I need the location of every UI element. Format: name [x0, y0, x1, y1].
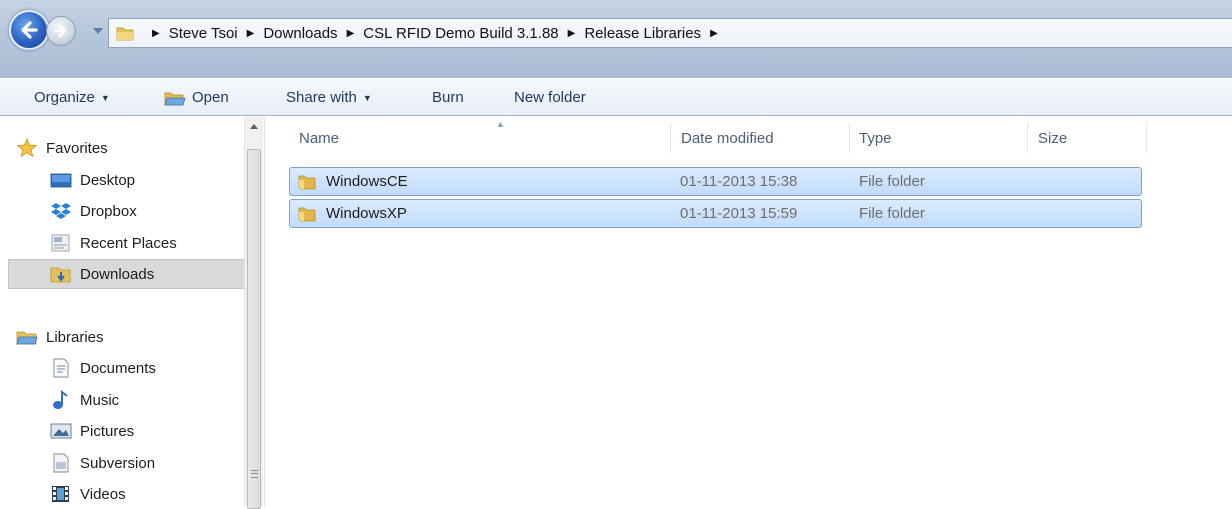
breadcrumb-separator-icon[interactable]: ▶ [347, 28, 355, 39]
desktop-icon [50, 173, 72, 188]
music-icon [53, 390, 68, 409]
nav-favorites[interactable]: Favorites [16, 133, 254, 163]
pane-divider[interactable] [264, 117, 265, 506]
navigation-pane: Favorites Desktop Dropbox Recent Places … [0, 117, 264, 506]
file-row[interactable]: WindowsCE 01-11-2013 15:38 File folder [289, 167, 1142, 196]
subversion-icon [53, 453, 69, 473]
libraries-icon [16, 331, 38, 345]
nav-item-label: Music [80, 391, 120, 409]
breadcrumb-separator-icon[interactable]: ▶ [710, 28, 718, 39]
date-modified-cell: 01-11-2013 15:59 [680, 205, 798, 222]
back-arrow-icon [21, 21, 38, 39]
back-button[interactable] [9, 10, 49, 50]
nav-item-label: Subversion [80, 454, 156, 472]
breadcrumb: ▶ Steve Tsoi ▶ Downloads ▶ CSL RFID Demo… [143, 19, 727, 47]
chevron-down-icon: ▼ [362, 92, 372, 103]
column-header-type[interactable]: Type [849, 117, 1027, 159]
new-folder-label: New folder [514, 89, 586, 106]
column-header-date-modified[interactable]: Date modified [671, 117, 849, 159]
new-folder-button[interactable]: New folder [514, 79, 586, 116]
type-cell: File folder [859, 173, 925, 190]
column-header-label: Size [1038, 129, 1068, 147]
open-button[interactable]: Open [164, 79, 229, 116]
burn-label: Burn [432, 89, 464, 106]
nav-item-downloads[interactable]: Downloads [8, 259, 246, 289]
address-box[interactable]: ▶ Steve Tsoi ▶ Downloads ▶ CSL RFID Demo… [108, 18, 1232, 48]
breadcrumb-item[interactable]: Downloads [263, 25, 337, 42]
column-divider[interactable] [1146, 123, 1147, 153]
sort-ascending-icon: ▲ [496, 119, 505, 129]
breadcrumb-separator-icon[interactable]: ▶ [568, 28, 576, 39]
nav-item-label: Dropbox [80, 202, 137, 220]
downloads-icon [50, 267, 71, 283]
breadcrumb-separator-icon[interactable]: ▶ [152, 28, 160, 39]
recent-locations-chevron-icon[interactable] [92, 26, 104, 36]
address-bar-strip: ▶ Steve Tsoi ▶ Downloads ▶ CSL RFID Demo… [0, 0, 1232, 78]
scroll-up-icon[interactable] [245, 117, 263, 134]
nav-libraries-label: Libraries [46, 328, 104, 346]
chevron-down-icon: ▼ [100, 92, 110, 103]
forward-button[interactable] [46, 16, 76, 46]
folder-icon [298, 175, 316, 189]
nav-item-label: Videos [80, 485, 126, 503]
star-icon [16, 138, 38, 158]
column-header: Name ▲ Date modified Type Size [265, 117, 1232, 159]
folder-icon [116, 27, 134, 41]
dropbox-icon [51, 203, 71, 219]
recent-places-icon [51, 234, 70, 252]
nav-item-label: Pictures [80, 422, 135, 440]
organize-button[interactable]: Organize ▼ [34, 79, 110, 116]
organize-label: Organize [34, 89, 95, 106]
pictures-icon [50, 423, 72, 439]
column-header-size[interactable]: Size [1028, 117, 1146, 159]
share-with-button[interactable]: Share with ▼ [286, 79, 372, 116]
file-row[interactable]: WindowsXP 01-11-2013 15:59 File folder [289, 199, 1142, 228]
share-with-label: Share with [286, 89, 357, 106]
open-folder-icon [164, 92, 186, 105]
scrollbar-thumb[interactable] [247, 149, 261, 509]
nav-item-label: Downloads [80, 265, 155, 283]
burn-button[interactable]: Burn [432, 79, 464, 116]
column-header-label: Type [859, 129, 892, 147]
file-name-cell: WindowsCE [298, 168, 408, 195]
column-header-name[interactable]: Name ▲ [289, 117, 669, 159]
nav-libraries[interactable]: Libraries [16, 322, 254, 352]
command-bar: Organize ▼ Open Share with ▼ Burn New fo… [0, 78, 1232, 116]
folder-icon [298, 207, 316, 221]
date-modified-cell: 01-11-2013 15:38 [680, 173, 798, 190]
file-name-cell: WindowsXP [298, 200, 407, 227]
navigation-scrollbar[interactable] [244, 117, 263, 509]
videos-icon [52, 486, 69, 502]
breadcrumb-separator-icon[interactable]: ▶ [247, 28, 255, 39]
file-name: WindowsCE [326, 173, 408, 190]
forward-arrow-icon [54, 24, 67, 38]
nav-item-label: Desktop [80, 171, 136, 189]
open-label: Open [192, 89, 229, 106]
grip-icon [251, 470, 258, 478]
column-header-label: Name [299, 129, 340, 147]
nav-item-label: Documents [80, 359, 156, 377]
column-header-label: Date modified [681, 129, 774, 147]
documents-icon [53, 358, 69, 378]
nav-favorites-label: Favorites [46, 139, 108, 157]
breadcrumb-item[interactable]: CSL RFID Demo Build 3.1.88 [363, 25, 558, 42]
breadcrumb-item[interactable]: Steve Tsoi [169, 25, 238, 42]
type-cell: File folder [859, 205, 925, 222]
nav-item-label: Recent Places [80, 234, 177, 252]
breadcrumb-item[interactable]: Release Libraries [584, 25, 701, 42]
file-name: WindowsXP [326, 205, 407, 222]
